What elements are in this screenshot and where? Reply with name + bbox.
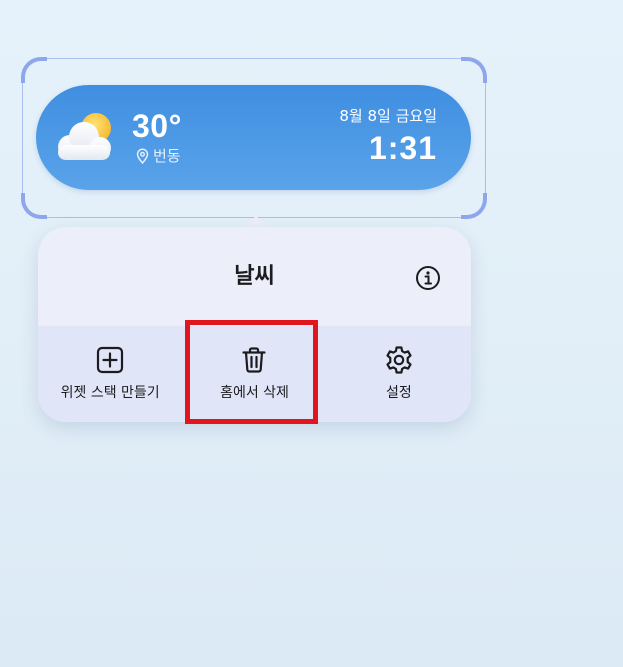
date-label: 8월 8일 금요일 xyxy=(339,107,437,125)
settings-label: 설정 xyxy=(385,385,412,401)
menu-title: 날씨 xyxy=(234,264,275,289)
weather-widget[interactable]: 30° 번동 8월 8일 금요일 1:31 xyxy=(36,85,471,190)
menu-header: 날씨 xyxy=(38,227,471,326)
temperature: 30° xyxy=(132,108,182,144)
location: 번동 xyxy=(136,147,181,165)
add-square-icon xyxy=(94,344,126,376)
resize-handle-bottom-left[interactable] xyxy=(21,193,47,219)
create-widget-stack-label: 위젯 스택 만들기 xyxy=(60,385,160,401)
resize-handle-top-right[interactable] xyxy=(461,57,487,83)
location-pin-icon xyxy=(136,148,149,165)
time-label: 1:31 xyxy=(368,130,437,166)
resize-handle-top-left[interactable] xyxy=(21,57,47,83)
highlight-box xyxy=(185,320,318,424)
info-icon[interactable] xyxy=(414,264,442,292)
partly-cloudy-icon xyxy=(50,109,118,167)
resize-handle-bottom-right[interactable] xyxy=(461,193,487,219)
gear-icon xyxy=(383,344,415,376)
location-label: 번동 xyxy=(153,147,181,165)
settings-button[interactable]: 설정 xyxy=(327,326,471,422)
create-widget-stack-button[interactable]: 위젯 스택 만들기 xyxy=(38,326,182,422)
